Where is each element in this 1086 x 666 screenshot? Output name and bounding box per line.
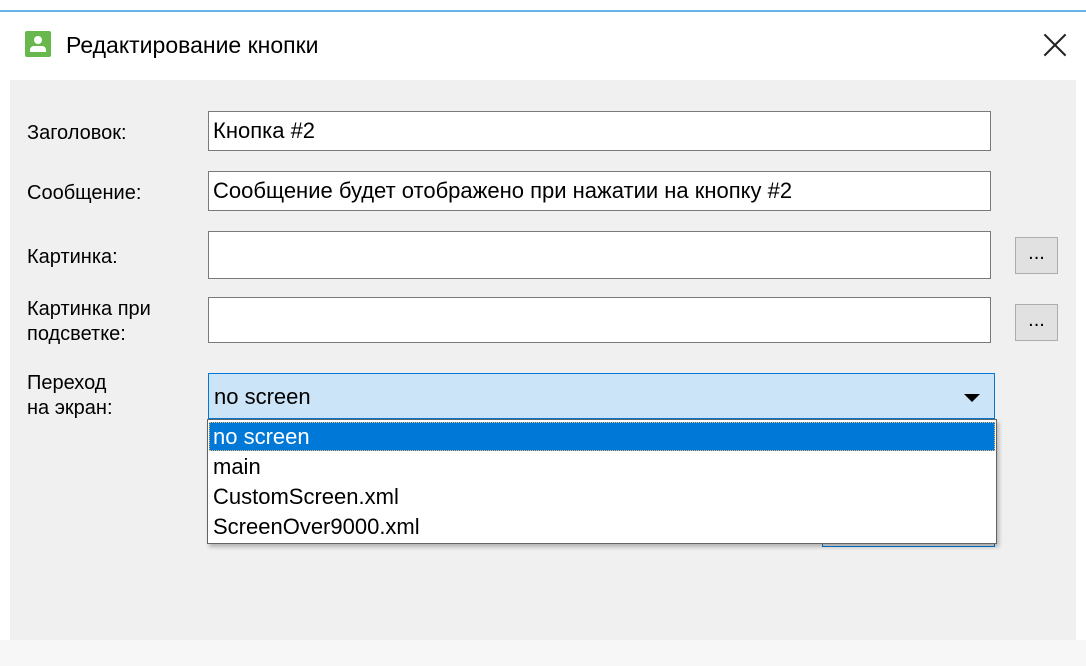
title-bar[interactable]: Редактирование кнопки <box>0 12 1086 80</box>
title-input[interactable]: Кнопка #2 <box>208 111 991 151</box>
dropdown-option[interactable]: ScreenOver9000.xml <box>209 512 995 541</box>
image-label: Картинка: <box>27 246 118 268</box>
screen-label-line1: Переход <box>27 372 107 394</box>
window-title: Редактирование кнопки <box>66 32 319 58</box>
image-input[interactable] <box>208 231 991 279</box>
screen-label-line2: на экран: <box>27 397 113 419</box>
hover-image-input[interactable] <box>208 297 991 343</box>
image-browse-button[interactable]: ... <box>1015 237 1058 274</box>
close-icon[interactable] <box>1036 26 1074 64</box>
message-input[interactable]: Сообщение будет отображено при нажатии н… <box>208 171 991 211</box>
screen-dropdown-list: no screen main CustomScreen.xml ScreenOv… <box>207 419 997 544</box>
screen-select-value: no screen <box>214 384 311 409</box>
dropdown-option[interactable]: no screen <box>209 422 995 451</box>
hover-image-label-line1: Картинка при <box>27 298 151 320</box>
title-label: Заголовок: <box>27 122 127 144</box>
message-label: Сообщение: <box>27 182 142 204</box>
dialog-client-area <box>10 80 1076 640</box>
hover-image-label-line2: подсветке: <box>27 323 126 345</box>
user-app-icon <box>25 31 51 57</box>
edit-button-dialog: Редактирование кнопки Заголовок: Кнопка … <box>0 0 1086 666</box>
dropdown-option[interactable]: main <box>209 452 995 481</box>
dropdown-option[interactable]: CustomScreen.xml <box>209 482 995 511</box>
dropdown-arrow-icon[interactable] <box>964 394 980 402</box>
bottom-strip <box>0 640 1086 666</box>
hover-image-browse-button[interactable]: ... <box>1015 304 1058 341</box>
screen-select[interactable]: no screen <box>208 373 995 419</box>
